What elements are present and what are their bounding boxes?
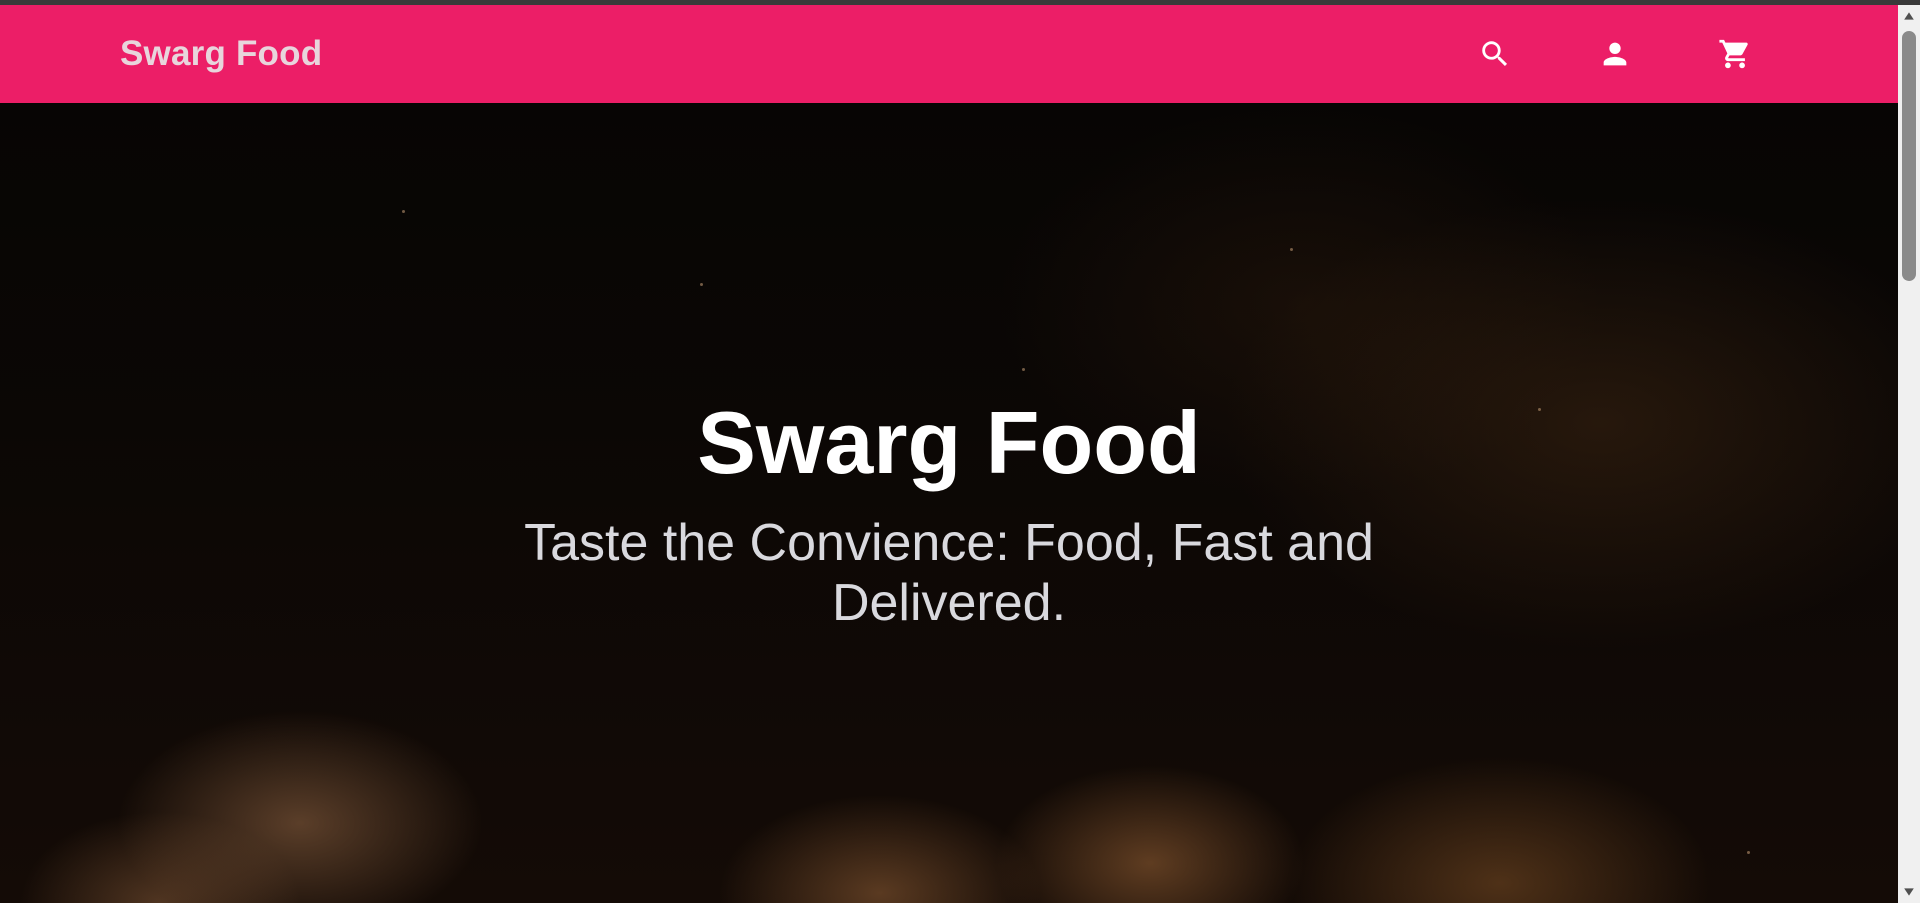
navbar: Swarg Food — [0, 5, 1898, 103]
background-speck — [402, 210, 405, 213]
scroll-up-icon[interactable] — [1898, 5, 1920, 27]
hero-content: Swarg Food Taste the Convience: Food, Fa… — [0, 393, 1898, 633]
vertical-scrollbar[interactable] — [1898, 5, 1920, 903]
background-speck — [1747, 851, 1750, 854]
hero-subtitle: Taste the Convience: Food, Fast and Deli… — [524, 514, 1374, 632]
background-speck — [1290, 248, 1293, 251]
hero-title: Swarg Food — [697, 393, 1201, 492]
background-speck — [700, 283, 703, 286]
hero-banner: Swarg Food Taste the Convience: Food, Fa… — [0, 103, 1898, 903]
brand-logo-link[interactable]: Swarg Food — [120, 34, 322, 74]
scroll-down-icon[interactable] — [1898, 881, 1920, 903]
cart-icon[interactable] — [1715, 34, 1755, 74]
background-speck — [1022, 368, 1025, 371]
search-icon[interactable] — [1475, 34, 1515, 74]
nav-icon-group — [1475, 5, 1755, 103]
account-icon[interactable] — [1595, 34, 1635, 74]
scrollbar-thumb[interactable] — [1902, 31, 1916, 281]
